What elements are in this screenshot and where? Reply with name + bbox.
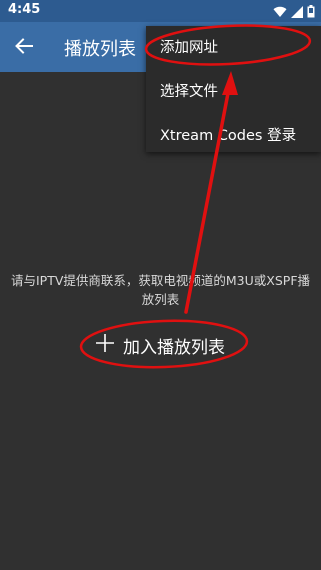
app-screen: 4:45 播放列表 添加网址 选择文件 Xtream Codes 登录 请与IP… bbox=[0, 0, 321, 570]
plus-icon bbox=[95, 333, 115, 357]
menu-item-xtream-login[interactable]: Xtream Codes 登录 bbox=[160, 124, 296, 145]
overflow-menu: 添加网址 选择文件 Xtream Codes 登录 bbox=[146, 26, 321, 152]
status-icons bbox=[273, 3, 315, 22]
signal-icon bbox=[291, 3, 303, 22]
battery-icon bbox=[307, 3, 315, 22]
wifi-icon bbox=[273, 3, 287, 22]
status-bar: 4:45 bbox=[0, 0, 321, 22]
menu-item-choose-file[interactable]: 选择文件 bbox=[160, 80, 218, 101]
arrow-left-icon bbox=[15, 38, 33, 58]
back-button[interactable] bbox=[10, 34, 38, 62]
empty-state-hint: 请与IPTV提供商联系，获取电视频道的M3U或XSPF播放列表 bbox=[10, 273, 311, 307]
status-time: 4:45 bbox=[8, 2, 41, 17]
page-title: 播放列表 bbox=[64, 39, 136, 60]
menu-item-add-url[interactable]: 添加网址 bbox=[160, 36, 218, 57]
add-playlist-button[interactable]: 加入播放列表 bbox=[95, 330, 225, 360]
add-playlist-label: 加入播放列表 bbox=[123, 337, 225, 358]
